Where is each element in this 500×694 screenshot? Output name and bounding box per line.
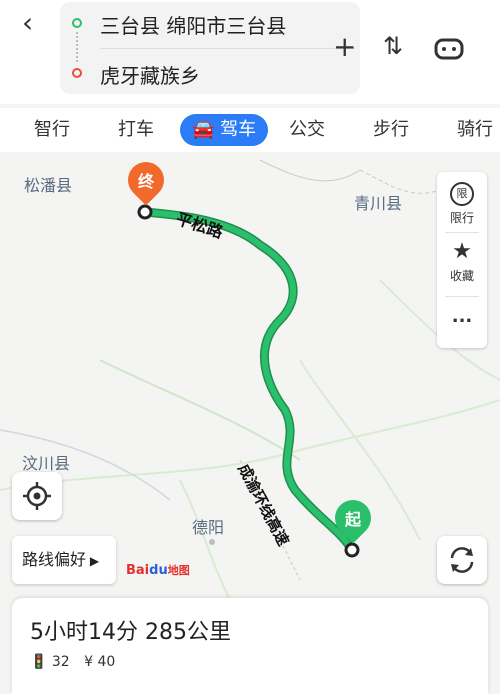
back-chevron-icon[interactable]: ‹: [22, 6, 33, 39]
toll-fee: ¥ 40: [84, 654, 116, 670]
route-preference-label: 路线偏好: [22, 550, 87, 569]
car-settings-icon[interactable]: [434, 34, 464, 67]
map-side-tools: 限 限行 ★ 收藏 ...: [437, 172, 487, 348]
tab-taxi[interactable]: 打车: [118, 114, 154, 146]
map-view[interactable]: 松潘县 青川县 汶川县 德阳 平松路 成渝环线高速 终 起: [0, 154, 500, 600]
locate-icon: [23, 482, 51, 510]
swap-icon[interactable]: ⇅: [383, 32, 403, 60]
map-label-qingchuan: 青川县: [354, 194, 403, 213]
end-location-field[interactable]: 虎牙藏族乡: [100, 60, 200, 89]
traffic-light-count: 32: [51, 654, 70, 670]
start-location-field[interactable]: 三台县 绵阳市三台县: [100, 10, 286, 39]
map-label-songpan: 松潘县: [24, 176, 73, 195]
more-options-button[interactable]: ...: [437, 306, 487, 327]
locate-button[interactable]: [12, 472, 62, 520]
route-duration-distance: 5小时14分 285公里: [30, 620, 231, 645]
route-meta: 🚦 32 ¥ 40: [30, 654, 115, 670]
tab-ride[interactable]: 骑行: [457, 114, 493, 146]
travel-mode-tabs: 智行 打车 🚘 驾车 公交 步行 骑行: [0, 108, 500, 152]
refresh-button[interactable]: [437, 536, 487, 584]
map-label-wenchuan: 汶川县: [22, 454, 71, 473]
favorite-label: 收藏: [449, 269, 474, 283]
divider: [100, 48, 355, 49]
divider: [445, 232, 479, 233]
divider: [445, 296, 479, 297]
map-label-deyang: 德阳: [192, 518, 225, 537]
traffic-limit-button[interactable]: 限 限行: [437, 182, 487, 226]
baidu-map-logo: Baidu地图: [126, 563, 190, 578]
tab-drive-label: 驾车: [220, 119, 257, 140]
triangle-right-icon: ▶: [86, 554, 100, 568]
star-icon: ★: [452, 239, 472, 264]
top-bar: ‹ 三台县 绵阳市三台县 虎牙藏族乡 + ⇅: [0, 0, 500, 104]
route-preference-button[interactable]: 路线偏好 ▶: [12, 536, 116, 584]
limit-label: 限行: [449, 211, 474, 225]
route-input-box: 三台县 绵阳市三台县 虎牙藏族乡: [60, 2, 360, 94]
refresh-icon: [450, 547, 474, 573]
tab-drive[interactable]: 🚘 驾车: [180, 114, 269, 146]
route-connector: [76, 32, 78, 62]
plus-icon[interactable]: +: [333, 30, 356, 63]
limit-icon: 限: [450, 182, 474, 206]
map-canvas: [0, 160, 500, 600]
traffic-light-icon: 🚦: [30, 654, 48, 670]
tab-transit[interactable]: 公交: [289, 114, 325, 146]
start-dot-icon: [72, 18, 82, 28]
route-summary-panel[interactable]: 5小时14分 285公里 🚦 32 ¥ 40: [12, 598, 488, 694]
tab-walk[interactable]: 步行: [373, 114, 409, 146]
tab-smart[interactable]: 智行: [34, 114, 70, 146]
car-icon: 🚘: [192, 119, 221, 140]
end-dot-icon: [72, 68, 82, 78]
favorite-button[interactable]: ★ 收藏: [437, 240, 487, 284]
